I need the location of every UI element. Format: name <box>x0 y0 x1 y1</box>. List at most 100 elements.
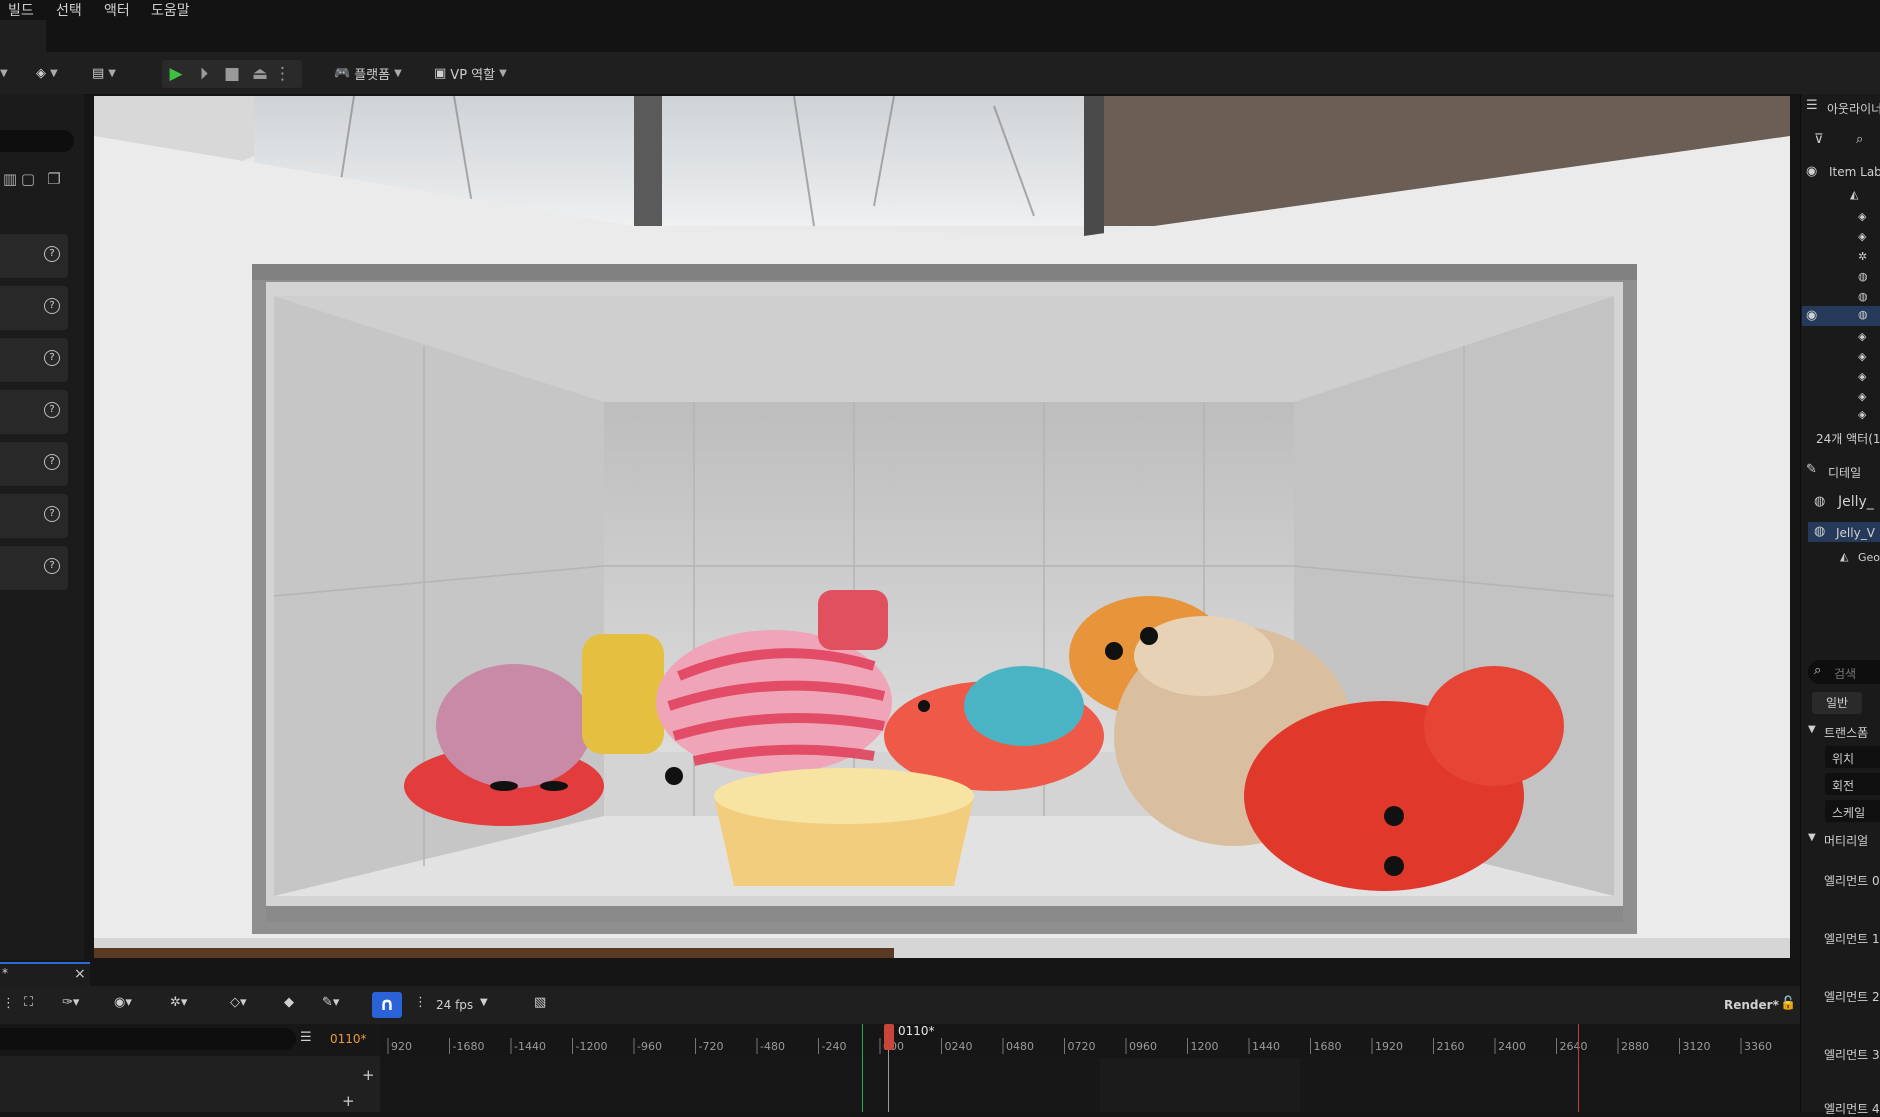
square-icon[interactable]: ▢ <box>18 170 38 190</box>
chevron-down-icon[interactable]: ▼ <box>480 997 488 1008</box>
add-actor-dropdown[interactable]: ◈ ▼ <box>36 60 58 86</box>
sequencer-toolbar: ⋮ ⛶ ✑▾ ◉▾ ✲▾ ◇▾ ◆ ✎▾ ⋮ 24 fps ▼ ▧ Render… <box>0 986 1800 1024</box>
visibility-eye-icon[interactable]: ◉ <box>1806 164 1817 179</box>
help-icon[interactable]: ? <box>44 454 60 470</box>
section-area <box>1100 1058 1300 1112</box>
keyframe-icon[interactable]: ◇▾ <box>230 995 247 1010</box>
more-options-icon[interactable]: ⋮ <box>274 64 291 84</box>
menu-select[interactable]: 선택 <box>56 0 82 20</box>
actor-row-icon[interactable]: ◈ <box>1858 230 1866 243</box>
chevron-down-icon[interactable]: ▼ <box>1808 724 1816 735</box>
actor-row-icon[interactable]: ◈ <box>1858 330 1866 343</box>
ruler-tick-label: 1680 <box>1314 1040 1342 1053</box>
details-search-input[interactable]: ⌕ 검색 <box>1808 660 1880 684</box>
more-options-icon[interactable]: ⋮ <box>414 995 427 1010</box>
actor-row-icon[interactable]: ◈ <box>1858 370 1866 383</box>
outliner-column-label: Item Lab <box>1829 165 1880 179</box>
current-frame[interactable]: 0110* <box>330 1032 367 1046</box>
left-list-item[interactable]: ? <box>0 338 68 382</box>
left-list-item[interactable]: ? <box>0 234 68 278</box>
add-track-icon[interactable]: + <box>362 1066 375 1084</box>
menu-help[interactable]: 도움말 <box>151 0 190 20</box>
component-name[interactable]: Jelly_V <box>1836 526 1875 540</box>
left-list-item[interactable]: ? <box>0 286 68 330</box>
sequencer-search-input[interactable] <box>0 1028 296 1050</box>
ruler-tick-label: 2400 <box>1498 1040 1526 1053</box>
level-viewport[interactable] <box>94 96 1790 958</box>
level-icon: ◭ <box>1850 188 1859 201</box>
ruler-svg: 920-1680-1440-1200-960-720-480-240000024… <box>387 1038 1772 1054</box>
render-label[interactable]: Render* <box>1724 998 1779 1012</box>
help-icon[interactable]: ? <box>44 298 60 314</box>
fps-dropdown[interactable]: 24 fps <box>436 998 473 1012</box>
more-options-icon[interactable]: ⋮ <box>2 996 15 1011</box>
ruler-tick-label: 2160 <box>1437 1040 1465 1053</box>
mode-dropdown[interactable]: ▼ <box>0 60 8 86</box>
actor-row-icon[interactable]: ◈ <box>1858 210 1866 223</box>
timeline-ruler[interactable]: 920-1680-1440-1200-960-720-480-240000024… <box>380 1024 1800 1058</box>
search-icon[interactable]: ⌕ <box>1856 132 1863 147</box>
viewport-scene <box>94 96 1790 958</box>
material-section[interactable]: 머티리얼 <box>1824 832 1868 849</box>
actor-row-icon[interactable]: ◍ <box>1858 290 1868 303</box>
add-key-icon[interactable]: ◆ <box>284 995 294 1010</box>
left-list-item[interactable]: ? <box>0 442 68 486</box>
stop-icon[interactable]: ■ <box>218 64 246 84</box>
eject-icon[interactable]: ⏏ <box>246 64 274 84</box>
material-element: 엘리먼트 4 <box>1824 1102 1880 1116</box>
eye-icon[interactable]: ◉▾ <box>114 995 132 1010</box>
snap-magnet-icon[interactable]: ∩ <box>372 992 402 1018</box>
ruler-tick-label: -1440 <box>514 1040 546 1053</box>
ruler-tick-label: 1440 <box>1252 1040 1280 1053</box>
actor-row-icon[interactable]: ◍ <box>1858 270 1868 283</box>
ruler-tick-label: -480 <box>760 1040 785 1053</box>
level-tab[interactable] <box>0 20 46 52</box>
actor-row-icon[interactable]: ◈ <box>1858 408 1866 421</box>
ruler-tick-label: 0960 <box>1129 1040 1157 1053</box>
clapper-icon: ▤ <box>92 65 105 81</box>
filter-icon[interactable]: ☰ <box>300 1030 312 1045</box>
transform-section[interactable]: 트랜스폼 <box>1824 724 1868 741</box>
actor-to-sequencer-icon[interactable]: ⛶ <box>24 995 33 1010</box>
lock-icon[interactable]: 🔓 <box>1780 996 1796 1011</box>
close-icon[interactable]: × <box>74 966 86 982</box>
vp-role-icon: ▣ <box>434 65 447 81</box>
platform-dropdown[interactable]: 🎮 플랫폼 ▼ <box>334 60 402 86</box>
pencil-icon[interactable]: ✎▾ <box>322 995 339 1010</box>
gear-icon[interactable]: ✲▾ <box>170 995 187 1010</box>
sub-component-name[interactable]: Geo <box>1858 551 1880 564</box>
actor-row-icon[interactable]: ◍ <box>1858 308 1868 321</box>
visibility-eye-icon[interactable]: ◉ <box>1806 308 1817 323</box>
playhead-label: 0110* <box>898 1024 935 1038</box>
left-list-item[interactable]: ? <box>0 546 68 590</box>
help-icon[interactable]: ? <box>44 506 60 522</box>
left-list-item[interactable]: ? <box>0 390 68 434</box>
sequencer-tab[interactable]: * × <box>0 962 90 988</box>
menu-actor[interactable]: 액터 <box>104 0 130 20</box>
left-search-input[interactable] <box>0 130 74 152</box>
help-icon[interactable]: ? <box>44 402 60 418</box>
layers-icon[interactable]: ❐ <box>44 170 64 190</box>
step-icon[interactable]: ⏵ <box>190 64 218 84</box>
actor-row-icon[interactable]: ✲ <box>1858 250 1867 263</box>
tab-general[interactable]: 일반 <box>1812 692 1862 714</box>
wrench-icon[interactable]: ✑▾ <box>62 995 79 1010</box>
filter-icon[interactable]: ⊽ <box>1814 132 1824 147</box>
chevron-down-icon[interactable]: ▼ <box>1808 832 1816 843</box>
curve-editor-icon[interactable]: ▧ <box>534 995 546 1010</box>
actor-row-icon[interactable]: ◈ <box>1858 350 1866 363</box>
details-actor-name[interactable]: Jelly_ <box>1838 494 1874 510</box>
menu-build[interactable]: 빌드 <box>8 0 34 20</box>
filter-icon[interactable]: ▥ <box>0 170 20 190</box>
help-icon[interactable]: ? <box>44 558 60 574</box>
playhead-handle[interactable] <box>884 1024 894 1050</box>
add-track-icon[interactable]: + <box>342 1092 355 1110</box>
actor-row-icon[interactable]: ◈ <box>1858 390 1866 403</box>
left-list-item[interactable]: ? <box>0 494 68 538</box>
vp-role-dropdown[interactable]: ▣ VP 역할 ▼ <box>434 60 507 86</box>
chevron-down-icon: ▼ <box>394 67 402 79</box>
help-icon[interactable]: ? <box>44 350 60 366</box>
cinematics-dropdown[interactable]: ▤ ▼ <box>92 60 116 86</box>
play-icon[interactable]: ▶ <box>162 64 190 84</box>
help-icon[interactable]: ? <box>44 246 60 262</box>
